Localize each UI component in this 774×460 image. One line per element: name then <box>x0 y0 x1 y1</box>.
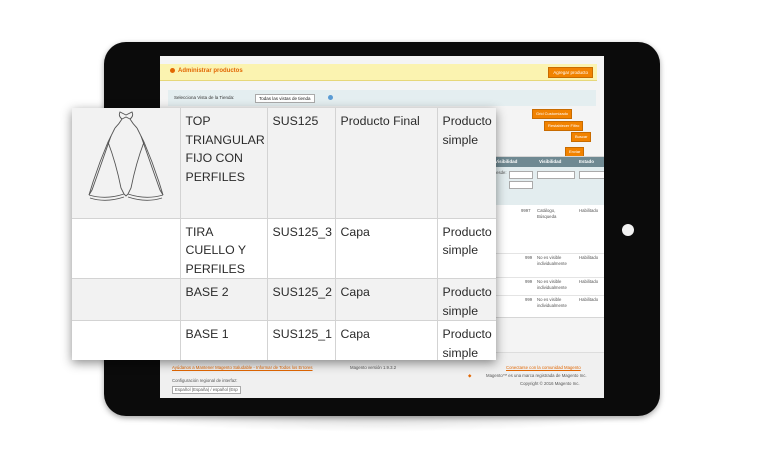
locale-label: Configuración regional de interfaz: <box>172 378 238 383</box>
grid-header-visibility-2[interactable]: Visibilidad <box>539 159 561 164</box>
tablet-home-button <box>622 224 634 236</box>
product-name: TOP TRIANGULAR FIJO CON PERFILES <box>180 108 268 219</box>
store-view-bar: Selecciona Vista de la Tienda: Todas las… <box>168 90 596 106</box>
filter-status-select[interactable] <box>579 171 604 179</box>
report-bugs-link[interactable]: Ayúdanos a Mantener Magento Saludable - … <box>172 365 322 371</box>
product-role: Capa <box>335 218 438 279</box>
locale-select[interactable]: Español (España) / español (Esp <box>172 386 241 394</box>
product-role: Capa <box>335 278 438 321</box>
product-sku: SUS125 <box>267 108 336 219</box>
reset-filter-button[interactable]: Restablecer Filtro <box>544 121 584 131</box>
page-header: Administrar productos Agregar producto <box>160 64 597 81</box>
product-image-cell <box>72 108 181 219</box>
community-link[interactable]: Conectarse con la comunidad Magento <box>506 365 581 371</box>
table-row: BASE 1 SUS125_1 Capa Producto simple <box>72 320 496 360</box>
product-image-cell <box>72 218 181 279</box>
filter-from-input[interactable] <box>509 171 533 179</box>
row-3-qty: 999 <box>525 279 533 284</box>
row-1-qty: 9997 <box>521 208 531 213</box>
row-1-status: Habilitado <box>579 208 599 213</box>
product-sku: SUS125_2 <box>267 278 336 321</box>
row-2-status: Habilitado <box>579 255 599 260</box>
row-1-visibility: Catálogo, Búsqueda <box>537 208 557 219</box>
filter-visibility-select[interactable] <box>537 171 575 179</box>
store-view-label: Selecciona Vista de la Tienda: <box>174 95 235 100</box>
grid-header-status[interactable]: Estado <box>579 159 594 164</box>
row-4-status: Habilitado <box>579 297 599 302</box>
table-row: TOP TRIANGULAR FIJO CON PERFILES SUS125 … <box>72 108 496 219</box>
trademark-text: Magento™ es una marca registrada de Mage… <box>486 373 587 378</box>
product-image-cell <box>72 278 181 321</box>
product-type: Producto simple <box>437 108 496 219</box>
product-role: Producto Final <box>335 108 438 219</box>
product-name: BASE 2 <box>180 278 268 321</box>
magento-logo-icon: ◆ <box>468 373 472 378</box>
product-type: Producto simple <box>442 327 492 360</box>
row-3-status: Habilitado <box>579 279 599 284</box>
row-4-qty: 999 <box>525 297 533 302</box>
product-name: TIRA CUELLO Y PERFILES <box>180 218 268 279</box>
product-type: Producto simple <box>437 218 496 279</box>
product-sku: SUS125_3 <box>267 218 336 279</box>
row-2-qty: 999 <box>525 255 533 260</box>
bikini-top-drawing <box>88 111 164 201</box>
product-name: BASE 1 <box>180 320 268 360</box>
store-view-select[interactable]: Todas las vistas de tienda <box>255 94 315 103</box>
row-3-visibility: No es visible individualmente <box>537 279 567 290</box>
magento-version: Magento versión 1.9.3.2 <box>350 365 397 370</box>
product-type: Producto simple <box>437 278 496 321</box>
row-4-visibility: No es visible individualmente <box>537 297 567 308</box>
product-image-cell <box>72 320 181 360</box>
page-title: Administrar productos <box>170 68 243 74</box>
product-role: Capa <box>335 320 438 360</box>
search-button[interactable]: Buscar <box>571 132 592 142</box>
add-product-button[interactable]: Agregar producto <box>548 67 593 78</box>
table-row: TIRA CUELLO Y PERFILES SUS125_3 Capa Pro… <box>72 218 496 279</box>
page-title-text: Administrar productos <box>178 68 243 75</box>
product-table: TOP TRIANGULAR FIJO CON PERFILES SUS125 … <box>72 108 496 360</box>
help-icon[interactable] <box>328 95 333 100</box>
row-2-visibility: No es visible individualmente <box>537 255 567 266</box>
filter-to-input[interactable] <box>509 181 533 189</box>
product-popup-table: TOP TRIANGULAR FIJO CON PERFILES SUS125 … <box>72 108 496 360</box>
grid-header-visibility[interactable]: Visibilidad <box>495 159 517 164</box>
product-sku: SUS125_1 <box>267 320 336 360</box>
grid-customizado-button[interactable]: Grid Customizado <box>532 109 573 119</box>
products-icon <box>170 68 175 73</box>
copyright-text: Copyright © 2016 Magento Inc. <box>520 381 580 386</box>
table-row: BASE 2 SUS125_2 Capa Producto simple <box>72 278 496 321</box>
